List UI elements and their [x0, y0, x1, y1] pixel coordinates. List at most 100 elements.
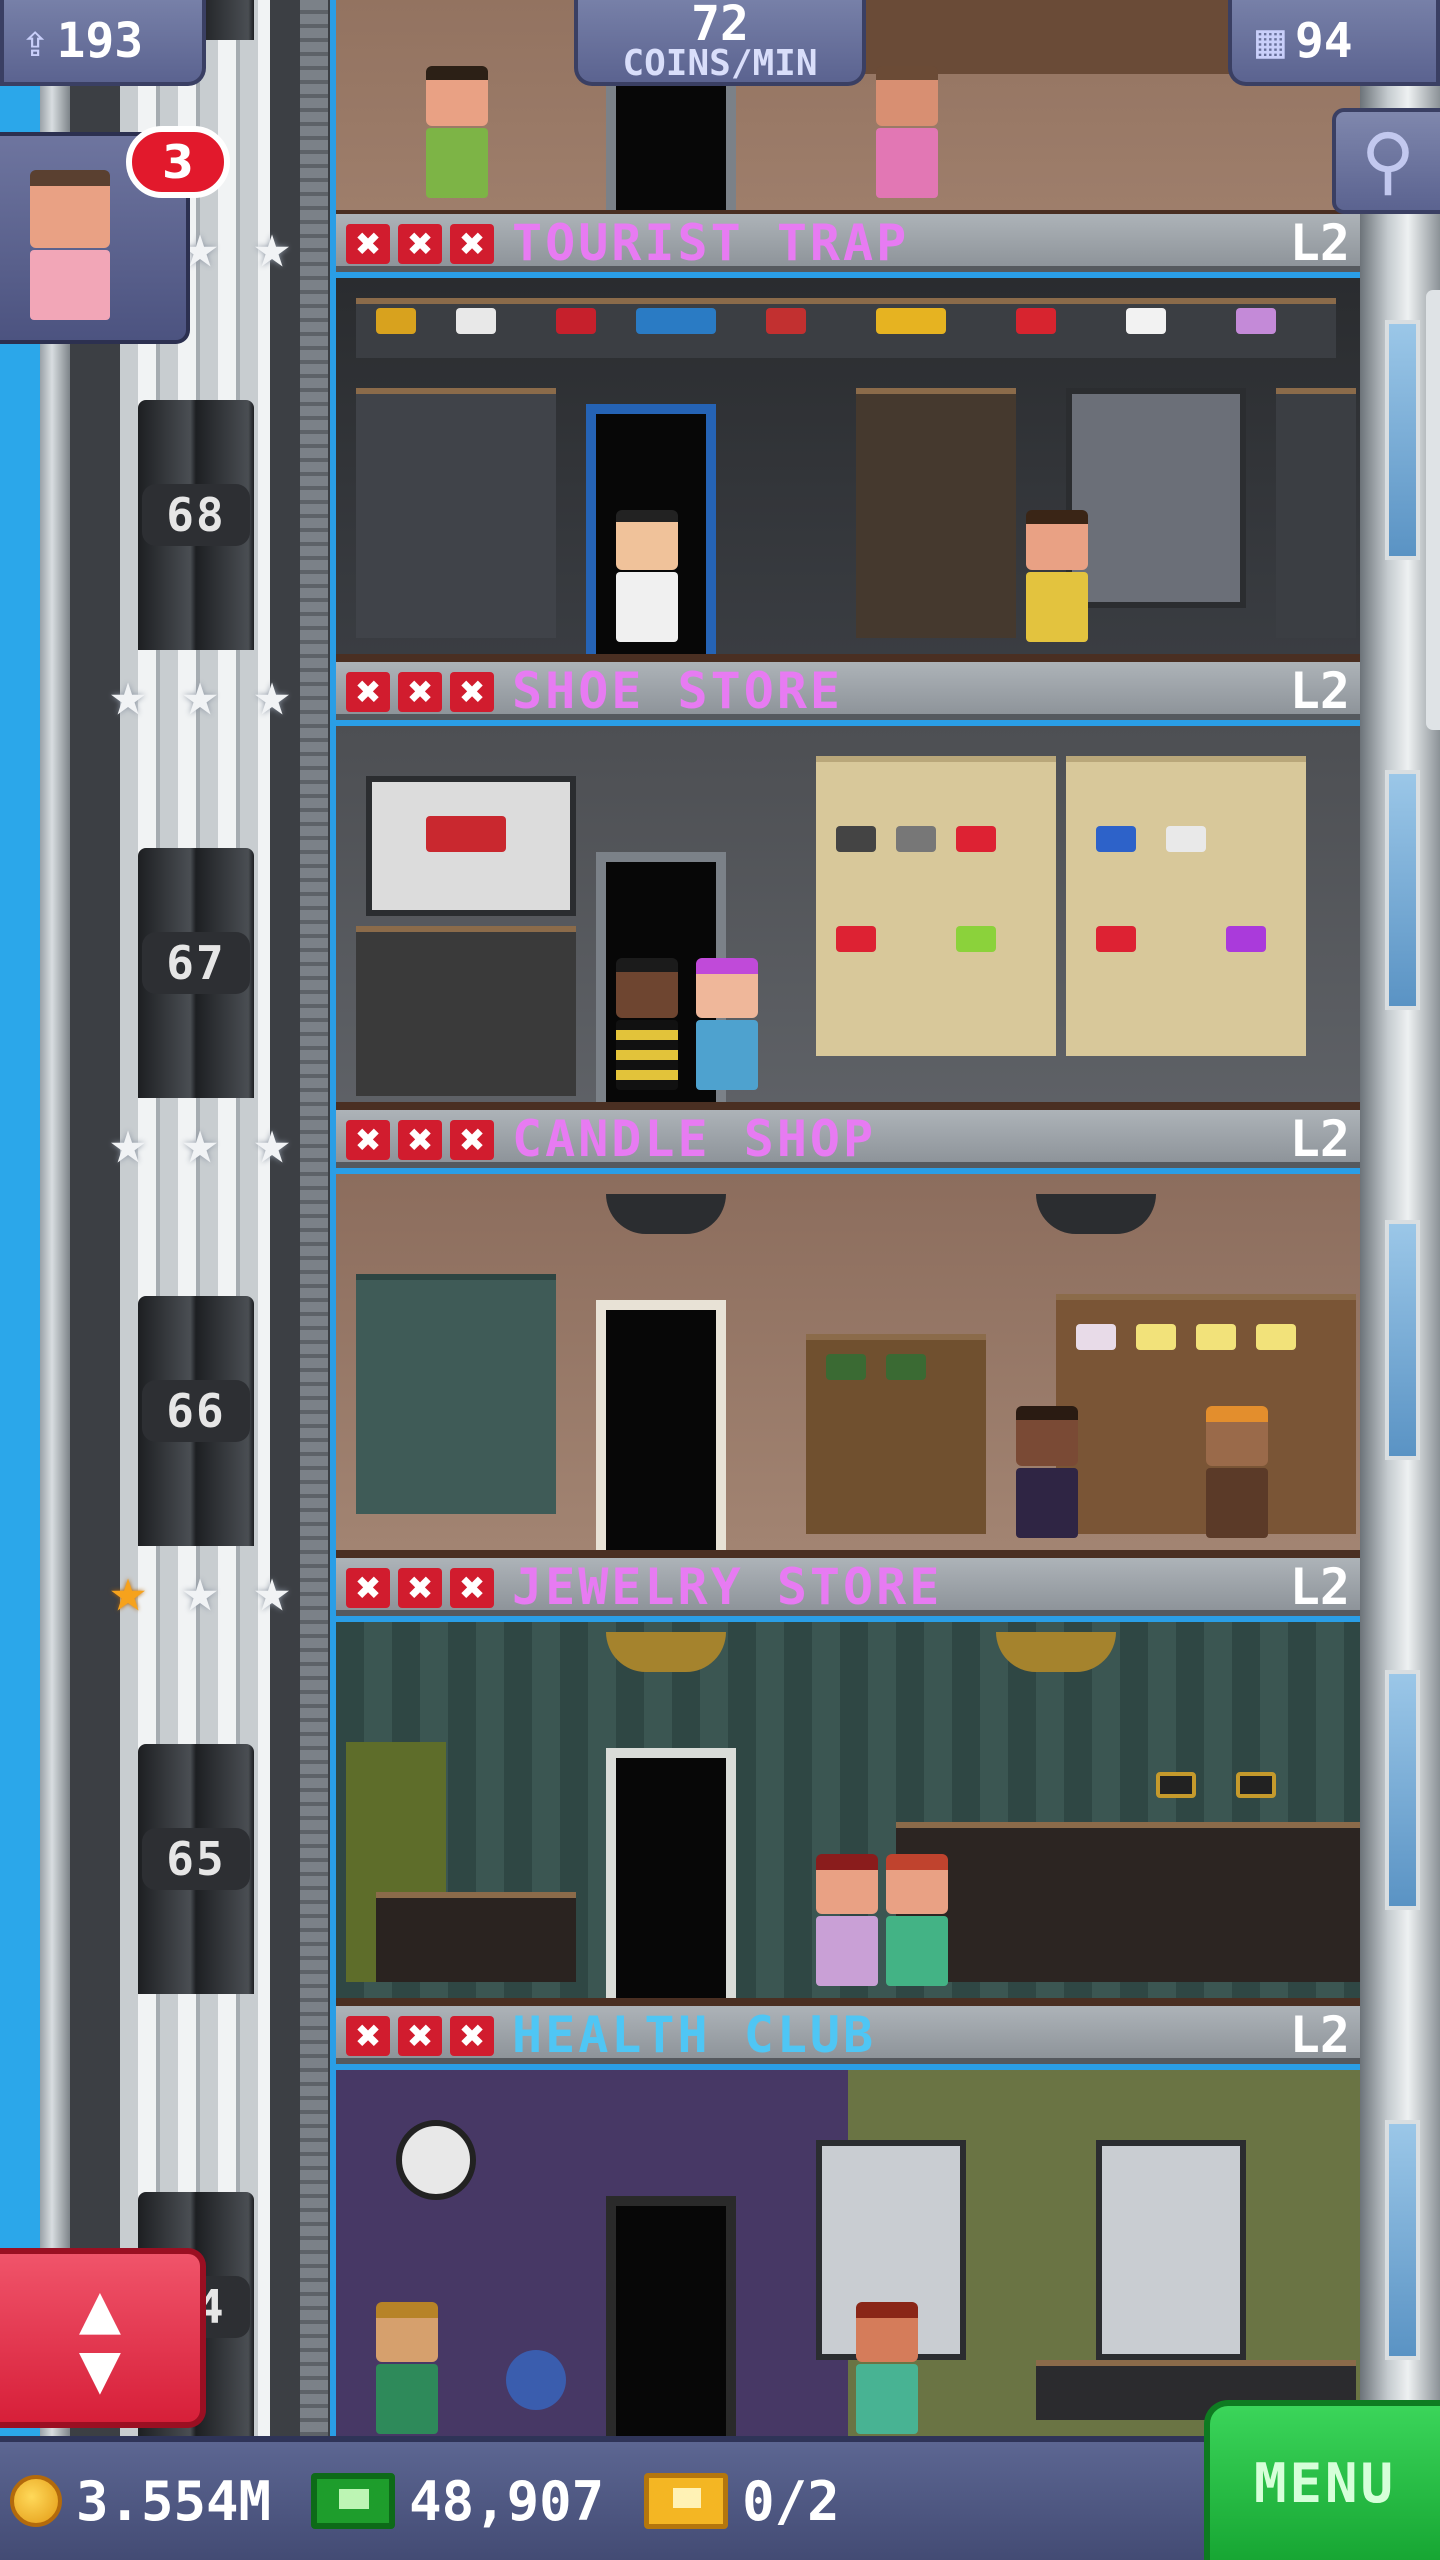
gym-window — [1096, 2140, 1246, 2360]
display-shelf — [356, 298, 1336, 358]
souvenir-item — [1016, 308, 1056, 334]
floor-candle-shop[interactable]: ✖ ✖ ✖ CANDLE SHOP L2 — [336, 1110, 1360, 1558]
person — [1016, 1406, 1078, 1538]
star-icon: ★ — [181, 1553, 219, 1626]
chandelier — [996, 1632, 1116, 1672]
floor-level: L2 — [1289, 1558, 1350, 1616]
floor-room — [336, 2070, 1360, 2454]
bux-value: 48,907 — [409, 2469, 605, 2533]
souvenir-item — [636, 308, 716, 334]
star-icon: ★ — [181, 657, 219, 730]
floor-title: JEWELRY STORE — [512, 1558, 943, 1616]
candle-item — [1256, 1324, 1296, 1350]
out-of-stock-icon: ✖ — [346, 1120, 390, 1160]
out-of-stock-icon: ✖ — [450, 2016, 494, 2056]
tickets-stat[interactable]: 0/2 — [644, 2470, 840, 2533]
population-counter[interactable]: ⇪ 193 — [0, 0, 206, 86]
floor-stars: ★ ★ ★ — [96, 1558, 304, 1622]
souvenir-item — [456, 308, 496, 334]
star-icon: ★ — [253, 1553, 291, 1626]
star-icon: ★ — [181, 1105, 219, 1178]
shelf — [1276, 388, 1356, 638]
person — [816, 1854, 878, 1986]
souvenir-item — [876, 308, 946, 334]
population-value: 193 — [56, 13, 144, 69]
out-of-stock-icon: ✖ — [450, 672, 494, 712]
out-of-stock-icon: ✖ — [346, 224, 390, 264]
jewelry-stand — [376, 1892, 576, 1982]
star-icon: ★ — [109, 1105, 147, 1178]
floor-jewelry-store[interactable]: ✖ ✖ ✖ JEWELRY STORE L2 — [336, 1558, 1360, 2006]
bux-stat[interactable]: 48,907 — [311, 2470, 604, 2533]
floor-stock-status: ✖ ✖ ✖ — [346, 1568, 494, 1608]
candle-item — [826, 1354, 866, 1380]
souvenir-item — [556, 308, 596, 334]
candle-item — [1076, 1324, 1116, 1350]
souvenir-item — [376, 308, 416, 334]
person — [616, 510, 678, 642]
floor-number: 66 — [142, 1380, 250, 1442]
gold-star-icon: ★ — [109, 1553, 147, 1626]
out-of-stock-icon: ✖ — [398, 224, 442, 264]
coins-per-min-value: 72 — [691, 0, 749, 52]
out-of-stock-icon: ✖ — [450, 224, 494, 264]
floor-door — [596, 1300, 726, 1550]
person — [876, 66, 938, 198]
down-arrow-icon: ▼ — [78, 2327, 122, 2409]
souvenir-item — [1126, 308, 1166, 334]
floor-count-value: 94 — [1294, 13, 1353, 69]
elevator-button[interactable]: ▲ ▼ — [0, 2248, 206, 2428]
floor-tourist-trap[interactable]: ✖ ✖ ✖ TOURIST TRAP L2 — [336, 214, 1360, 662]
out-of-stock-icon: ✖ — [450, 1568, 494, 1608]
person-up-icon: ⇪ — [22, 15, 49, 67]
jewelry-counter — [896, 1822, 1360, 1982]
tickets-value: 0/2 — [742, 2469, 840, 2533]
floor-room — [336, 726, 1360, 1110]
shoe-counter — [356, 926, 576, 1096]
display-case — [1066, 388, 1246, 608]
star-icon: ★ — [253, 657, 291, 730]
out-of-stock-icon: ✖ — [346, 672, 390, 712]
floor-stock-status: ✖ ✖ ✖ — [346, 672, 494, 712]
ceiling-lamp — [1036, 1194, 1156, 1234]
coins-per-min-display[interactable]: 72 COINS/MIN — [574, 0, 866, 86]
star-icon: ★ — [253, 1105, 291, 1178]
tower-window — [1385, 1220, 1420, 1460]
floor-health-club[interactable]: ✖ ✖ ✖ HEALTH CLUB L2 — [336, 2006, 1360, 2454]
menu-button[interactable]: MENU — [1204, 2400, 1440, 2560]
shelf — [856, 388, 1016, 638]
zoom-button[interactable]: ⚲ — [1332, 108, 1440, 214]
coins-stat[interactable]: 3.554M — [10, 2470, 271, 2533]
floor-counter[interactable]: ▦ 94 — [1228, 0, 1440, 86]
out-of-stock-icon: ✖ — [346, 2016, 390, 2056]
ceiling-lamp — [606, 1194, 726, 1234]
visitor-avatar — [30, 170, 110, 320]
person — [376, 2302, 438, 2434]
tower-bux-icon — [311, 2473, 396, 2529]
out-of-stock-icon: ✖ — [346, 1568, 390, 1608]
floor-title: HEALTH CLUB — [512, 2006, 877, 2064]
clock-icon — [396, 2120, 476, 2200]
person — [886, 1854, 948, 1986]
candle-item — [1136, 1324, 1176, 1350]
floor-header: ✖ ✖ ✖ HEALTH CLUB L2 — [336, 2006, 1360, 2064]
floor-number: 65 — [142, 1828, 250, 1890]
out-of-stock-icon: ✖ — [398, 2016, 442, 2056]
floor-shoe-store[interactable]: ✖ ✖ ✖ SHOE STORE L2 — [336, 662, 1360, 1110]
out-of-stock-icon: ✖ — [450, 1120, 494, 1160]
scroll-indicator[interactable] — [1426, 290, 1440, 730]
out-of-stock-icon: ✖ — [398, 1120, 442, 1160]
floor-door — [606, 2196, 736, 2446]
coins-value: 3.554M — [76, 2469, 272, 2533]
ticket-icon — [644, 2473, 729, 2529]
shoe-wall — [1066, 756, 1306, 1056]
floor-number: 67 — [142, 932, 250, 994]
building-icon: ▦ — [1256, 13, 1285, 69]
shoe-item — [896, 826, 936, 852]
visitor-count-badge: 3 — [126, 126, 230, 198]
floor-level: L2 — [1289, 214, 1350, 272]
person — [856, 2302, 918, 2434]
floor-title: TOURIST TRAP — [512, 214, 910, 272]
poster-shoe — [426, 816, 506, 852]
star-icon: ★ — [253, 209, 291, 282]
